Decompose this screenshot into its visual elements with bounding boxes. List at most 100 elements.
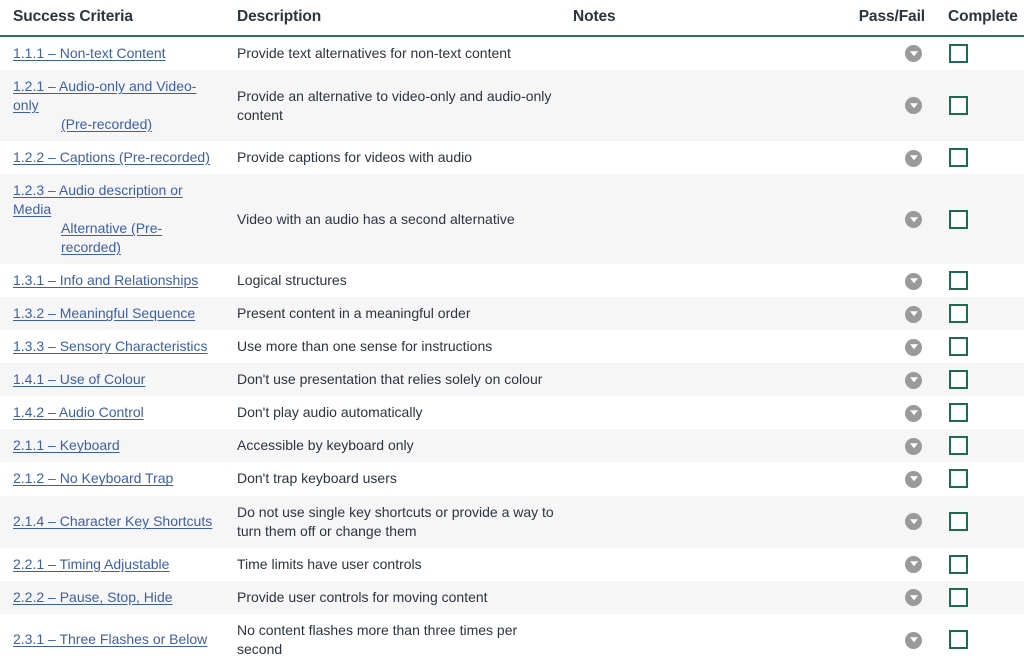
chevron-down-circle-icon[interactable] xyxy=(905,404,922,422)
chevron-down-circle-icon[interactable] xyxy=(905,338,922,356)
success-criterion-link[interactable]: 1.2.1 – Audio-only and Video-only (Pre-re… xyxy=(13,77,222,134)
cell-pass-fail xyxy=(832,264,944,297)
cell-notes[interactable] xyxy=(564,36,832,70)
complete-checkbox[interactable] xyxy=(949,554,968,574)
cell-complete xyxy=(944,462,1024,495)
table-row: 2.3.1 – Three Flashes or Below No content… xyxy=(0,613,1024,666)
cell-complete xyxy=(944,614,1024,666)
chevron-down-circle-icon[interactable] xyxy=(905,470,922,488)
cell-success-criteria: 2.1.2 – No Keyboard Trap xyxy=(0,462,228,495)
chevron-down-circle-icon[interactable] xyxy=(905,305,922,323)
success-criterion-link[interactable]: 1.4.1 – Use of Colour xyxy=(13,371,145,387)
complete-checkbox[interactable] xyxy=(949,630,968,650)
success-criterion-link[interactable]: 2.1.4 – Character Key Shortcuts xyxy=(13,513,212,529)
column-header-notes: Notes xyxy=(564,0,832,37)
success-criterion-link[interactable]: 2.1.1 – Keyboard xyxy=(13,437,120,453)
success-criterion-link[interactable]: 1.4.2 – Audio Control xyxy=(13,404,144,420)
cell-notes[interactable] xyxy=(564,70,832,141)
cell-notes[interactable] xyxy=(564,141,832,174)
table-row: 1.4.2 – Audio Control Don't play audio au… xyxy=(0,396,1024,430)
success-criterion-link[interactable]: 1.3.3 – Sensory Characteristics xyxy=(13,338,208,354)
complete-checkbox[interactable] xyxy=(949,209,968,229)
cell-complete xyxy=(944,36,1024,70)
success-criterion-link[interactable]: 1.3.1 – Info and Relationships xyxy=(13,272,198,288)
criterion-label-line-1: 1.2.1 – Audio-only and Video-only xyxy=(13,78,197,114)
chevron-down-circle-icon[interactable] xyxy=(905,513,922,531)
cell-pass-fail xyxy=(832,330,944,363)
cell-notes[interactable] xyxy=(564,330,832,363)
chevron-down-circle-icon[interactable] xyxy=(905,555,922,573)
cell-description: Provide captions for videos with audio xyxy=(237,149,473,166)
cell-success-criteria: 2.2.2 – Pause, Stop, Hide xyxy=(0,581,228,614)
cell-complete xyxy=(944,496,1024,548)
success-criterion-link[interactable]: 1.2.2 – Captions (Pre-recorded) xyxy=(13,149,210,165)
cell-pass-fail xyxy=(832,141,944,174)
cell-notes[interactable] xyxy=(564,614,832,666)
table-row: 1.2.3 – Audio description or Media Altern… xyxy=(0,174,1024,265)
complete-checkbox[interactable] xyxy=(949,469,968,489)
chevron-down-circle-icon[interactable] xyxy=(905,97,922,115)
cell-description: Don't use presentation that relies solel… xyxy=(237,371,543,388)
chevron-down-circle-icon[interactable] xyxy=(905,45,922,63)
complete-checkbox[interactable] xyxy=(949,403,968,423)
cell-description: Provide user controls for moving content xyxy=(237,588,488,605)
cell-description: Video with an audio has a second alterna… xyxy=(237,210,515,227)
cell-description: Do not use single key shortcuts or provi… xyxy=(237,503,554,539)
complete-checkbox[interactable] xyxy=(949,512,968,532)
complete-checkbox[interactable] xyxy=(949,148,968,168)
cell-pass-fail xyxy=(832,174,944,264)
complete-checkbox[interactable] xyxy=(949,337,968,357)
cell-complete xyxy=(944,70,1024,141)
cell-success-criteria: 1.3.2 – Meaningful Sequence xyxy=(0,297,228,330)
column-header-complete: Complete xyxy=(944,0,1024,37)
success-criterion-link[interactable]: 2.2.1 – Timing Adjustable xyxy=(13,556,169,572)
success-criterion-link[interactable]: 1.1.1 – Non-text Content xyxy=(13,45,166,61)
chevron-down-circle-icon[interactable] xyxy=(905,631,922,649)
cell-pass-fail xyxy=(832,363,944,396)
cell-notes[interactable] xyxy=(564,462,832,495)
success-criterion-link[interactable]: 1.3.2 – Meaningful Sequence xyxy=(13,305,195,321)
criterion-label-line-2: Alternative (Pre-recorded) xyxy=(61,220,163,256)
chevron-down-circle-icon[interactable] xyxy=(905,149,922,167)
success-criterion-link[interactable]: 2.3.1 – Three Flashes or Below xyxy=(13,631,207,647)
cell-pass-fail xyxy=(832,429,944,462)
table-row: 1.3.2 – Meaningful Sequence Present conte… xyxy=(0,297,1024,331)
complete-checkbox[interactable] xyxy=(949,44,968,64)
cell-success-criteria: 2.1.4 – Character Key Shortcuts xyxy=(0,496,228,548)
table-header-row: Success Criteria Description Notes Pass/… xyxy=(0,0,1024,37)
cell-success-criteria: 1.2.3 – Audio description or Media Altern… xyxy=(0,174,228,264)
chevron-down-circle-icon[interactable] xyxy=(905,211,922,229)
chevron-down-circle-icon[interactable] xyxy=(905,437,922,455)
cell-notes[interactable] xyxy=(564,174,832,264)
success-criterion-link[interactable]: 1.2.3 – Audio description or Media Altern… xyxy=(13,181,222,257)
criterion-label-line-2: (Pre-recorded) xyxy=(61,116,153,133)
cell-notes[interactable] xyxy=(564,496,832,548)
chevron-down-circle-icon[interactable] xyxy=(905,589,922,606)
complete-checkbox[interactable] xyxy=(949,96,968,116)
table-row: 1.1.1 – Non-text Content Provide text alt… xyxy=(0,36,1024,71)
cell-notes[interactable] xyxy=(564,297,832,330)
table-row: 1.2.2 – Captions (Pre-recorded) Provide c… xyxy=(0,141,1024,175)
complete-checkbox[interactable] xyxy=(949,436,968,456)
cell-complete xyxy=(944,581,1024,614)
table-row: 1.3.3 – Sensory Characteristics Use more … xyxy=(0,330,1024,364)
cell-notes[interactable] xyxy=(564,548,832,581)
complete-checkbox[interactable] xyxy=(949,370,968,390)
criterion-label-wrapped: 1.2.1 – Audio-only and Video-only (Pre-re… xyxy=(13,77,222,134)
cell-success-criteria: 2.2.1 – Timing Adjustable xyxy=(0,548,228,581)
cell-description: Provide an alternative to video-only and… xyxy=(237,87,552,123)
cell-notes[interactable] xyxy=(564,363,832,396)
cell-notes[interactable] xyxy=(564,264,832,297)
complete-checkbox[interactable] xyxy=(949,304,968,324)
column-header-pass-fail: Pass/Fail xyxy=(832,0,944,37)
chevron-down-circle-icon[interactable] xyxy=(905,371,922,389)
cell-notes[interactable] xyxy=(564,581,832,614)
chevron-down-circle-icon[interactable] xyxy=(905,272,922,290)
success-criterion-link[interactable]: 2.1.2 – No Keyboard Trap xyxy=(13,470,173,486)
cell-notes[interactable] xyxy=(564,429,832,462)
success-criterion-link[interactable]: 2.2.2 – Pause, Stop, Hide xyxy=(13,589,173,605)
cell-notes[interactable] xyxy=(564,396,832,429)
complete-checkbox[interactable] xyxy=(949,271,968,291)
complete-checkbox[interactable] xyxy=(949,587,968,607)
table-row: 1.2.1 – Audio-only and Video-only (Pre-re… xyxy=(0,70,1024,142)
